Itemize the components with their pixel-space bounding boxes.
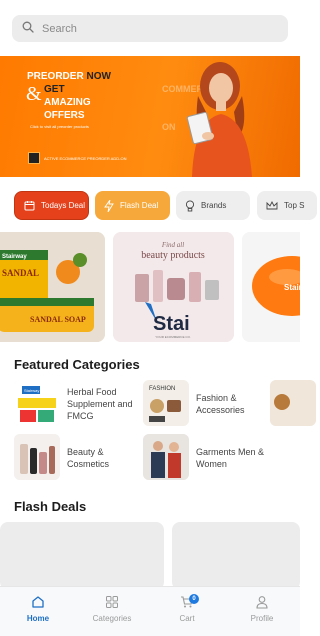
nav-profile[interactable]: Profile — [232, 595, 292, 623]
featured-categories-title: Featured Categories — [14, 357, 140, 372]
sandal-soap-image: Stairway SANDAL SANDAL SOAP — [0, 232, 105, 342]
svg-text:beauty products: beauty products — [141, 250, 205, 261]
user-icon — [256, 596, 268, 609]
category-label: Beauty & Cosmetics — [67, 447, 110, 469]
category-label: Herbal Food Supplement and FMCG — [67, 387, 133, 421]
nav-profile-label: Profile — [250, 614, 274, 623]
partial-category-thumb — [270, 380, 316, 426]
bottom-navigation: Home Categories 0 Cart Profile — [0, 586, 300, 636]
category-fashion[interactable]: FASHION Fashion & Accessories — [143, 380, 273, 428]
svg-text:Find all: Find all — [161, 241, 184, 249]
tab-todays-deal[interactable]: Todays Deal — [14, 191, 89, 220]
search-input[interactable] — [42, 22, 262, 35]
brand-logo-icon — [28, 152, 40, 164]
tab-brands[interactable]: Brands — [176, 191, 250, 220]
quick-tabs: Todays Deal Flash Deal Brands Top S — [0, 191, 317, 220]
tab-label: Brands — [201, 201, 227, 210]
nav-cart[interactable]: 0 Cart — [157, 594, 217, 623]
herbal-food-thumb: Stairway — [14, 380, 60, 426]
category-beauty[interactable]: Beauty & Cosmetics — [14, 434, 144, 482]
svg-text:SANDAL SOAP: SANDAL SOAP — [30, 315, 86, 324]
nav-home[interactable]: Home — [8, 595, 68, 623]
svg-text:Stair: Stair — [284, 283, 300, 292]
banner-subtext: Click to visit all preorder products — [30, 124, 89, 129]
nav-categories-label: Categories — [92, 614, 132, 623]
bulb-icon — [185, 199, 195, 211]
tab-label: Todays Deal — [41, 201, 86, 210]
tab-label: Flash Deal — [120, 201, 159, 210]
carousel-card-sandal[interactable]: Stairway SANDAL SANDAL SOAP — [0, 232, 105, 342]
nav-home-label: Home — [26, 614, 50, 623]
carousel-card-beauty[interactable]: Find all beauty products Stai YOUR ECOMM… — [113, 232, 234, 342]
cart-count-badge: 0 — [189, 594, 199, 604]
nav-categories[interactable]: Categories — [82, 595, 142, 623]
crown-icon — [266, 200, 278, 209]
banner-model-image — [186, 62, 252, 177]
svg-text:FASHION: FASHION — [149, 386, 175, 392]
home-icon — [32, 596, 44, 608]
svg-text:Stairway: Stairway — [2, 254, 27, 260]
grid-icon — [106, 596, 118, 608]
banner-presale-text: ACTIVE ECOMMERCE PREORDER ADD-ON — [44, 156, 127, 161]
category-garments[interactable]: Garments Men & Women — [143, 434, 273, 482]
promo-banner[interactable]: PREORDER NOW & GET AMAZING OFFERS Click … — [0, 56, 300, 177]
search-icon — [22, 20, 34, 38]
banner-headline-1: PREORDER NOW — [27, 71, 111, 82]
nav-cart-label: Cart — [179, 614, 195, 623]
svg-text:Stairway: Stairway — [24, 388, 39, 393]
category-herbal-food[interactable]: Stairway Herbal Food Supplement and FMCG — [14, 380, 144, 428]
banner-ghost-text-2: ON — [162, 122, 176, 132]
carousel-card-soap[interactable]: Stair — [242, 232, 300, 342]
fashion-thumb: FASHION — [143, 380, 189, 426]
flash-deal-card[interactable] — [172, 522, 300, 590]
calendar-icon — [24, 201, 35, 211]
product-carousel[interactable]: Stairway SANDAL SANDAL SOAP Find all bea… — [0, 232, 300, 342]
banner-headline-2: GET AMAZING OFFERS — [44, 84, 91, 121]
category-label: Fashion & Accessories — [196, 393, 245, 415]
svg-text:YOUR ECOMMERCE CO.: YOUR ECOMMERCE CO. — [155, 335, 191, 339]
beauty-thumb — [14, 434, 60, 480]
search-bar[interactable] — [12, 15, 288, 42]
category-partial[interactable] — [270, 380, 316, 428]
beauty-products-image: Find all beauty products Stai YOUR ECOMM… — [113, 232, 234, 342]
category-label: Garments Men & Women — [196, 447, 265, 469]
flash-deals-title: Flash Deals — [14, 499, 87, 514]
banner-ampersand: & — [26, 83, 42, 105]
flash-deal-card[interactable] — [0, 522, 164, 590]
svg-text:Stai: Stai — [153, 313, 190, 335]
tab-label: Top S — [284, 201, 305, 210]
garments-thumb — [143, 434, 189, 480]
orange-soap-image: Stair — [242, 232, 300, 342]
tab-flash-deal[interactable]: Flash Deal — [95, 191, 170, 220]
tab-top-sellers[interactable]: Top S — [257, 191, 317, 220]
flash-icon — [104, 199, 114, 212]
svg-text:SANDAL: SANDAL — [2, 268, 39, 278]
